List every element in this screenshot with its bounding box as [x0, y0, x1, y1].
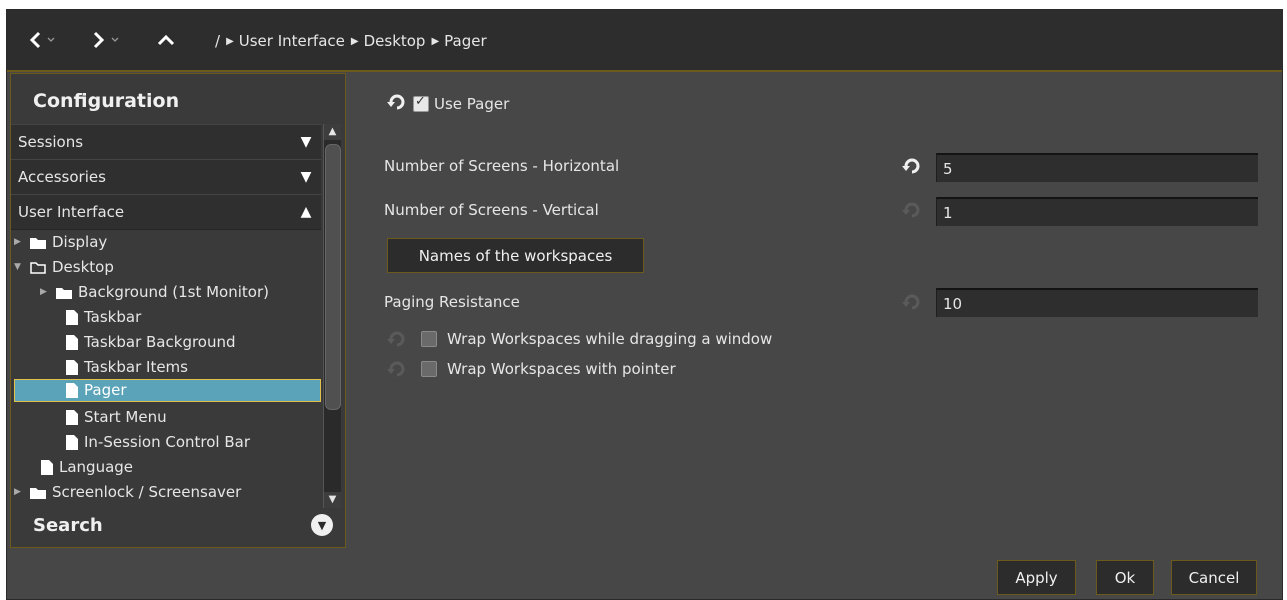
tree-item-desktop[interactable]: ▼ Desktop — [14, 255, 114, 279]
cancel-button[interactable]: Cancel — [1171, 560, 1257, 595]
reset-icon — [902, 202, 920, 218]
breadcrumb-desktop[interactable]: ▶ Desktop — [351, 32, 426, 50]
folder-icon — [56, 287, 72, 299]
scroll-down-icon[interactable]: ▼ — [324, 492, 341, 508]
reset-icon[interactable] — [387, 93, 407, 111]
triangle-right-icon: ▶ — [350, 35, 359, 47]
triangle-up-icon: ▲ — [300, 204, 312, 220]
breadcrumb-pager[interactable]: ▶ Pager — [431, 32, 486, 50]
file-icon — [66, 334, 78, 350]
tree-item-taskbar[interactable]: Taskbar — [66, 305, 141, 329]
sidebar-title: Configuration — [33, 90, 180, 112]
search-toggle[interactable]: Search ▼ — [33, 509, 333, 541]
selection-highlight — [14, 379, 321, 402]
tree-item-screenlock[interactable]: ▶ Screenlock / Screensaver — [14, 480, 241, 504]
folder-icon — [30, 237, 46, 249]
tree-item-background[interactable]: ▶ Background (1st Monitor) — [40, 280, 269, 304]
back-button[interactable] — [27, 26, 63, 54]
tree-item-start-menu[interactable]: Start Menu — [66, 405, 167, 429]
navigation-bar: / ▶ User Interface ▶ Desktop ▶ Pager — [7, 10, 1282, 72]
tree-item-display[interactable]: ▶ Display — [14, 230, 107, 254]
configuration-window: / ▶ User Interface ▶ Desktop ▶ Pager Con… — [6, 9, 1283, 600]
tree-item-pager[interactable]: Pager — [66, 378, 126, 402]
forward-icon — [93, 31, 119, 49]
back-icon — [29, 31, 55, 49]
paging-resistance-label: Paging Resistance — [384, 293, 520, 311]
workspace-names-button[interactable]: Names of the workspaces — [387, 238, 644, 273]
ok-button[interactable]: Ok — [1096, 560, 1154, 595]
wrap-drag-label: Wrap Workspaces while dragging a window — [447, 330, 773, 348]
tree-item-language[interactable]: Language — [41, 455, 133, 479]
breadcrumb: / ▶ User Interface ▶ Desktop ▶ Pager — [215, 29, 487, 53]
expand-icon[interactable]: ▶ — [14, 237, 24, 247]
file-icon — [66, 434, 78, 450]
use-pager-checkbox[interactable]: ✓ — [413, 94, 429, 112]
tree-item-taskbar-background[interactable]: Taskbar Background — [66, 330, 236, 354]
sidebar-scrollbar[interactable]: ▲ ▼ — [323, 124, 341, 508]
file-icon — [66, 309, 78, 325]
triangle-right-icon: ▶ — [226, 35, 234, 47]
expand-icon[interactable]: ▶ — [40, 287, 50, 297]
scroll-up-icon[interactable]: ▲ — [324, 124, 341, 140]
section-sessions[interactable]: Sessions ▼ — [11, 124, 321, 160]
tree-item-taskbar-items[interactable]: Taskbar Items — [66, 355, 188, 379]
breadcrumb-user-interface[interactable]: ▶ User Interface — [226, 32, 345, 50]
forward-button[interactable] — [91, 26, 127, 54]
use-pager-label: Use Pager — [434, 95, 510, 113]
folder-open-icon — [30, 261, 46, 274]
tree-item-in-session-control-bar[interactable]: In-Session Control Bar — [66, 430, 250, 454]
file-icon — [41, 459, 53, 475]
section-accessories[interactable]: Accessories ▼ — [11, 159, 321, 195]
file-icon — [66, 382, 78, 398]
checkmark-icon: ✓ — [415, 94, 426, 109]
triangle-down-icon: ▼ — [300, 169, 312, 185]
reset-icon — [387, 361, 405, 377]
triangle-down-icon: ▼ — [300, 134, 312, 150]
file-icon — [66, 359, 78, 375]
wrap-pointer-label: Wrap Workspaces with pointer — [447, 360, 676, 378]
apply-button[interactable]: Apply — [997, 560, 1076, 595]
breadcrumb-root[interactable]: / — [215, 32, 220, 50]
vertical-screens-input[interactable]: 1 — [936, 197, 1258, 226]
horizontal-screens-input[interactable]: 5 — [936, 153, 1258, 182]
reset-icon — [902, 294, 920, 310]
paging-resistance-input[interactable]: 10 — [936, 288, 1258, 317]
sidebar: Configuration Sessions ▼ Accessories ▼ U… — [10, 73, 346, 548]
vertical-screens-label: Number of Screens - Vertical — [384, 201, 599, 219]
horizontal-screens-label: Number of Screens - Horizontal — [384, 157, 620, 175]
reset-icon — [387, 331, 405, 347]
wrap-pointer-checkbox[interactable] — [421, 361, 437, 377]
up-icon — [157, 34, 175, 46]
expand-icon[interactable]: ▶ — [14, 487, 24, 497]
settings-panel: ✓ Use Pager Number of Screens - Horizont… — [351, 73, 1281, 546]
scroll-thumb[interactable] — [325, 144, 341, 410]
wrap-drag-checkbox[interactable] — [421, 331, 437, 347]
chevron-down-icon[interactable]: ▼ — [311, 514, 333, 536]
folder-icon — [30, 487, 46, 499]
up-button[interactable] — [155, 26, 179, 54]
reset-icon[interactable] — [902, 157, 922, 175]
section-user-interface[interactable]: User Interface ▲ — [11, 194, 321, 230]
file-icon — [66, 409, 78, 425]
triangle-right-icon: ▶ — [431, 35, 440, 47]
collapse-icon[interactable]: ▼ — [14, 262, 24, 272]
